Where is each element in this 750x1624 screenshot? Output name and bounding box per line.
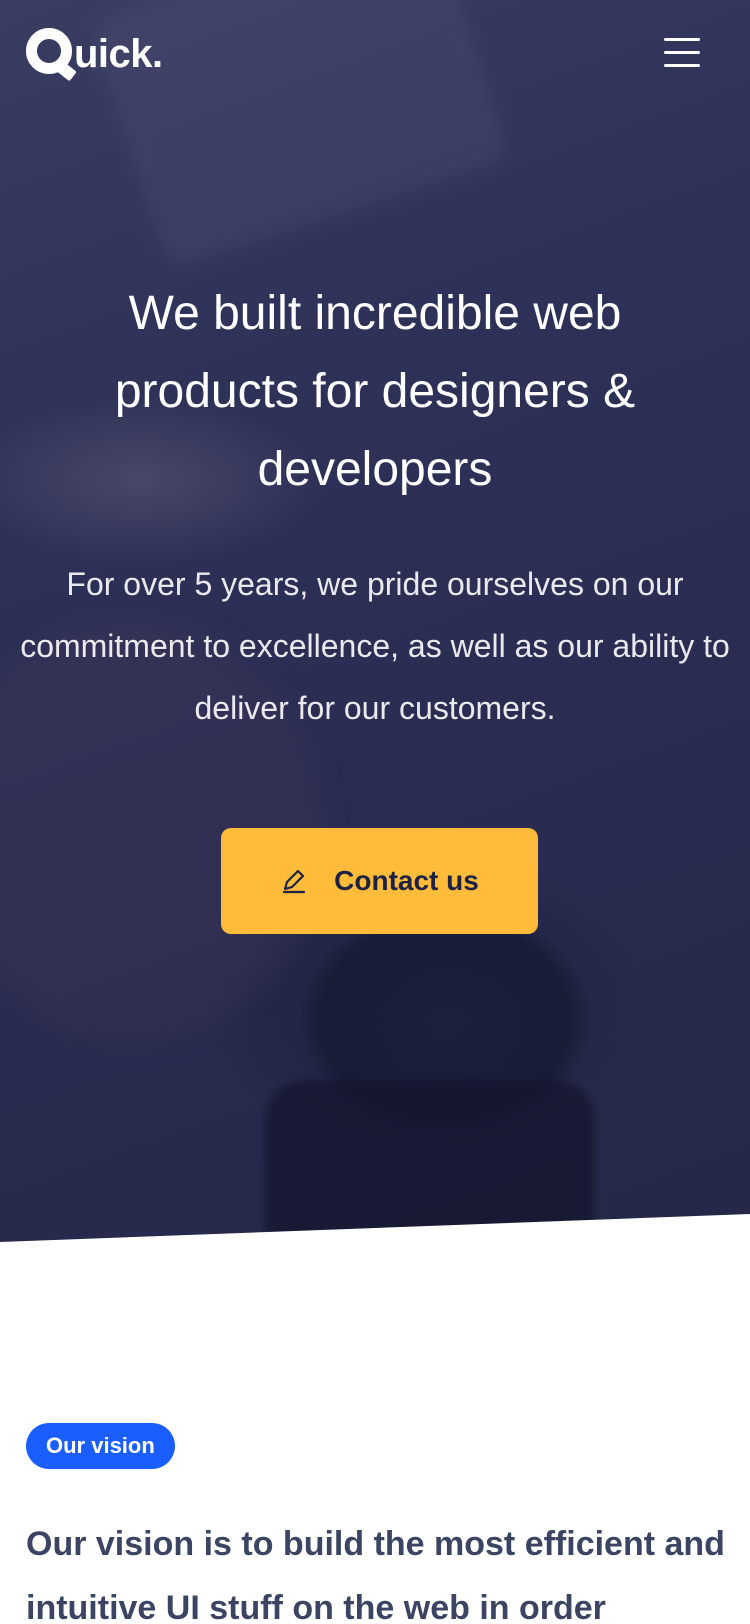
page: uick. We built incredible web products f…	[0, 0, 750, 1624]
hamburger-menu-icon[interactable]	[662, 34, 702, 70]
contact-us-label: Contact us	[334, 865, 479, 896]
hero-subtitle: For over 5 years, we pride ourselves on …	[20, 566, 730, 726]
pen-icon	[283, 869, 306, 894]
logo[interactable]: uick.	[26, 28, 163, 74]
vision-badge: Our vision	[26, 1423, 175, 1469]
hero-title: We built incredible web products for des…	[114, 287, 636, 496]
hero-background-strap	[265, 1080, 595, 1245]
hero-section: uick. We built incredible web products f…	[0, 0, 750, 1245]
logo-q-mark	[26, 28, 72, 74]
vision-text: Our vision is to build the most efficien…	[26, 1525, 725, 1624]
contact-us-button[interactable]: Contact us	[221, 828, 538, 934]
logo-text: uick.	[74, 32, 163, 76]
